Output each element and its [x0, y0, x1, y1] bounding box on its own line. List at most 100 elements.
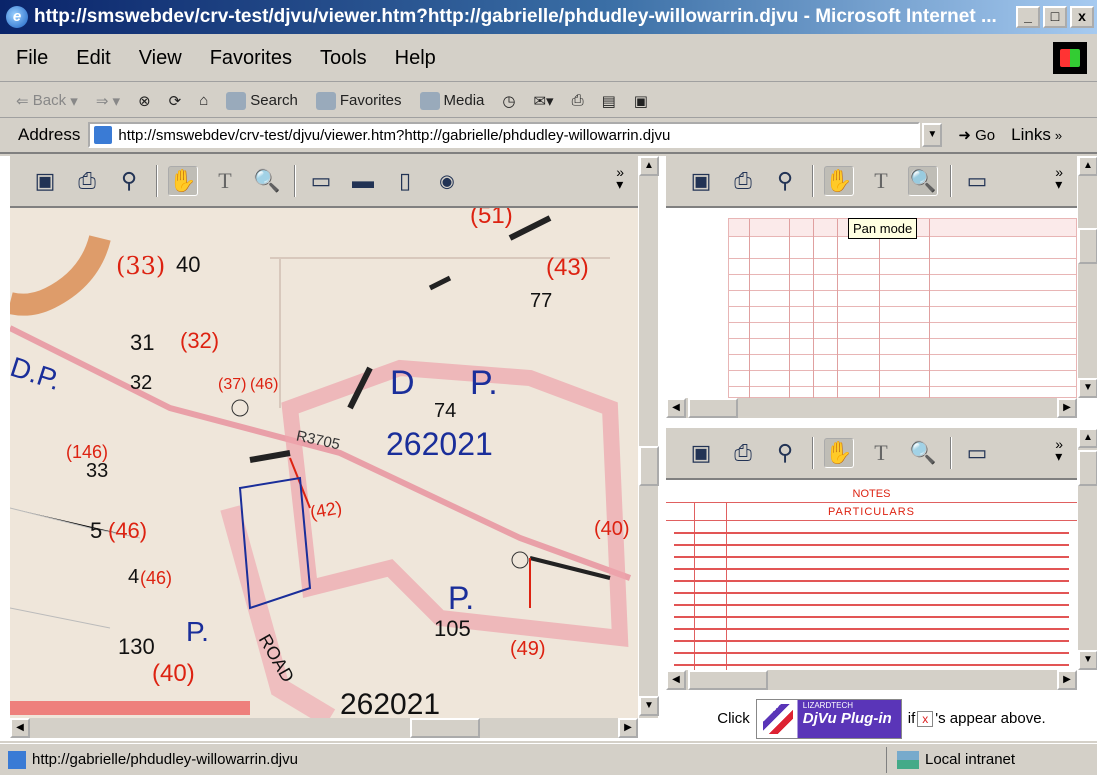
map-label: 31	[130, 330, 155, 355]
scroll-up-button[interactable]: ▲	[1078, 156, 1097, 176]
scroll-up-button[interactable]: ▲	[639, 156, 659, 176]
broken-image-x-icon: x	[917, 710, 934, 727]
notes-lines	[674, 528, 1069, 668]
menu-help[interactable]: Help	[395, 47, 436, 70]
djvu-logo-icon	[762, 703, 793, 734]
map-label: (37)	[218, 376, 247, 393]
mail-icon[interactable]: ✉▾	[533, 92, 553, 110]
print-icon[interactable]: ⎙	[728, 438, 758, 468]
scroll-thumb[interactable]	[688, 670, 768, 690]
discuss-icon[interactable]: ▣	[634, 92, 648, 110]
scroll-down-button[interactable]: ▼	[1078, 650, 1097, 670]
toolbar-overflow-icon[interactable]: » ▾	[1055, 437, 1063, 463]
fit-page-icon[interactable]: ▯	[390, 166, 420, 196]
page-layout-icon[interactable]: ▬	[348, 166, 378, 196]
scroll-left-button[interactable]: ◀	[666, 670, 686, 690]
scroll-thumb[interactable]	[1078, 228, 1097, 264]
page-icon[interactable]: ▭	[962, 166, 992, 196]
scroll-right-button[interactable]: ▶	[618, 718, 638, 738]
menu-edit[interactable]: Edit	[76, 47, 110, 70]
target-icon[interactable]: ◉	[432, 166, 462, 196]
right-bottom-horizontal-scrollbar[interactable]: ◀ ▶	[666, 670, 1077, 690]
map-label: (33)	[116, 252, 166, 280]
page-icon[interactable]: ▭	[306, 166, 336, 196]
menu-favorites[interactable]: Favorites	[210, 47, 292, 70]
menu-file[interactable]: File	[16, 47, 48, 70]
right-top-horizontal-scrollbar[interactable]: ◀ ▶	[666, 398, 1077, 418]
address-dropdown-button[interactable]: ▼	[922, 123, 943, 147]
save-icon[interactable]: ▣	[30, 166, 60, 196]
map-label: (46)	[140, 568, 173, 588]
scroll-thumb[interactable]	[410, 718, 480, 738]
plugin-click-label: Click	[717, 710, 750, 727]
table-grid	[728, 218, 1077, 398]
scroll-thumb[interactable]	[639, 446, 659, 486]
map-scan[interactable]: (33) 40 31 (32) 32 (37) (46) (43) 77 D P…	[10, 208, 638, 718]
scroll-left-button[interactable]: ◀	[10, 718, 30, 738]
table-document-scan[interactable]: Pan mode	[666, 208, 1077, 398]
local-intranet-icon	[897, 750, 919, 769]
save-icon[interactable]: ▣	[686, 166, 716, 196]
pan-mode-hand-icon[interactable]: ✋	[824, 438, 854, 468]
content-area: ▣ ⎙ ⚲ ✋ T 🔍 ▭ ▬ ▯ ◉ » ▾ (33) 40 31 (32) …	[0, 156, 1097, 741]
find-binoculars-icon[interactable]: ⚲	[770, 166, 800, 196]
scroll-down-button[interactable]: ▼	[1078, 378, 1097, 398]
forward-button[interactable]: ⇒ ▾	[96, 92, 120, 110]
right-top-vertical-scrollbar[interactable]: ▲ ▼	[1077, 156, 1097, 398]
history-icon[interactable]: ◷	[502, 92, 515, 110]
refresh-icon[interactable]: ⟳	[169, 92, 182, 110]
djvu-toolbar-top: ▣ ⎙ ⚲ ✋ T 🔍 ▭ » ▾	[666, 156, 1077, 208]
home-icon[interactable]: ⌂	[199, 92, 208, 109]
stop-icon[interactable]: ⊗	[138, 92, 151, 110]
print-icon[interactable]: ⎙	[728, 166, 758, 196]
scroll-thumb[interactable]	[1078, 450, 1097, 486]
zoom-icon[interactable]: 🔍	[908, 166, 938, 196]
search-button[interactable]: Search	[226, 91, 298, 110]
zoom-icon[interactable]: 🔍	[908, 438, 938, 468]
print-icon[interactable]: ⎙	[572, 92, 584, 109]
scroll-thumb[interactable]	[688, 398, 738, 418]
print-icon[interactable]: ⎙	[72, 166, 102, 196]
scroll-right-button[interactable]: ▶	[1057, 398, 1077, 418]
find-binoculars-icon[interactable]: ⚲	[770, 438, 800, 468]
security-zone: Local intranet	[887, 750, 1097, 769]
chevron-right-icon[interactable]: »	[1055, 128, 1062, 143]
djvu-plugin-link[interactable]: LIZARDTECH DjVu Plug-in	[755, 698, 902, 739]
menu-view[interactable]: View	[139, 47, 182, 70]
toolbar-overflow-icon[interactable]: » ▾	[1055, 165, 1063, 191]
main-horizontal-scrollbar[interactable]: ◀ ▶	[10, 718, 638, 738]
pan-mode-hand-icon[interactable]: ✋	[824, 166, 854, 196]
map-label: 77	[530, 290, 553, 312]
text-select-icon[interactable]: T	[210, 166, 240, 196]
maximize-button[interactable]: □	[1043, 6, 1067, 28]
text-select-icon[interactable]: T	[866, 438, 896, 468]
media-button[interactable]: Media	[419, 91, 484, 110]
zoom-icon[interactable]: 🔍	[252, 166, 282, 196]
favorites-button[interactable]: Favorites	[315, 91, 402, 110]
menu-tools[interactable]: Tools	[320, 47, 367, 70]
toolbar-overflow-icon[interactable]: » ▾	[616, 165, 624, 191]
scroll-left-button[interactable]: ◀	[666, 398, 686, 418]
go-button[interactable]: ➜ Go	[958, 126, 995, 144]
scroll-up-button[interactable]: ▲	[1078, 428, 1097, 448]
text-select-icon[interactable]: T	[866, 166, 896, 196]
status-url: http://gabrielle/phdudley-willowarrin.dj…	[32, 751, 298, 768]
back-button[interactable]: ⇐ Back ▾	[16, 92, 78, 110]
address-input[interactable]: http://smswebdev/crv-test/djvu/viewer.ht…	[88, 122, 921, 148]
find-binoculars-icon[interactable]: ⚲	[114, 166, 144, 196]
close-button[interactable]: x	[1070, 6, 1094, 28]
pan-mode-hand-icon[interactable]: ✋	[168, 166, 198, 196]
address-value: http://smswebdev/crv-test/djvu/viewer.ht…	[118, 126, 671, 144]
map-label: (49)	[510, 638, 546, 660]
minimize-button[interactable]: _	[1016, 6, 1040, 28]
save-icon[interactable]: ▣	[686, 438, 716, 468]
links-button[interactable]: Links	[1011, 125, 1051, 145]
main-vertical-scrollbar[interactable]: ▲ ▼	[638, 156, 659, 718]
windows-logo-icon	[1053, 42, 1087, 74]
notes-document-scan[interactable]: NOTES PARTICULARS	[666, 480, 1077, 670]
right-bottom-vertical-scrollbar[interactable]: ▲ ▼	[1077, 428, 1097, 670]
edit-icon[interactable]: ▤	[602, 92, 616, 110]
page-icon[interactable]: ▭	[962, 438, 992, 468]
scroll-down-button[interactable]: ▼	[639, 696, 659, 716]
scroll-right-button[interactable]: ▶	[1057, 670, 1077, 690]
